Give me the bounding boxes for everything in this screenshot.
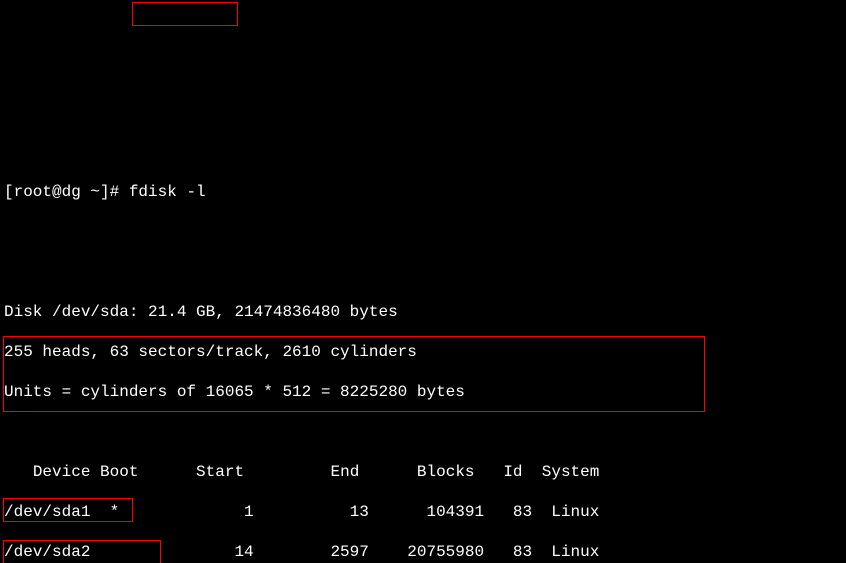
highlight-command (132, 2, 238, 26)
blank-line (4, 422, 842, 442)
blank-line (4, 222, 842, 242)
col-id: Id (503, 463, 522, 481)
shell-command[interactable]: fdisk -l (129, 183, 206, 201)
col-blocks: Blocks (417, 463, 475, 481)
sda-header: Device Boot Start End Blocks Id System (4, 462, 842, 482)
terminal-output: [root@dg ~]# fdisk -l Disk /dev/sda: 21.… (0, 0, 846, 563)
sda-row: /dev/sda2 14 2597 20755980 83 Linux (4, 542, 842, 562)
col-boot: Boot (100, 463, 138, 481)
sda-title: Disk /dev/sda: 21.4 GB, 21474836480 byte… (4, 302, 842, 322)
col-device: Device (33, 463, 91, 481)
col-system: System (542, 463, 600, 481)
col-start: Start (196, 463, 244, 481)
col-end: End (330, 463, 359, 481)
prompt-line: [root@dg ~]# fdisk -l (4, 182, 842, 202)
sda-geom: 255 heads, 63 sectors/track, 2610 cylind… (4, 342, 842, 362)
sda-units: Units = cylinders of 16065 * 512 = 82252… (4, 382, 842, 402)
shell-prompt: [root@dg ~]# (4, 183, 119, 201)
sda-row: /dev/sda1 * 1 13 104391 83 Linux (4, 502, 842, 522)
